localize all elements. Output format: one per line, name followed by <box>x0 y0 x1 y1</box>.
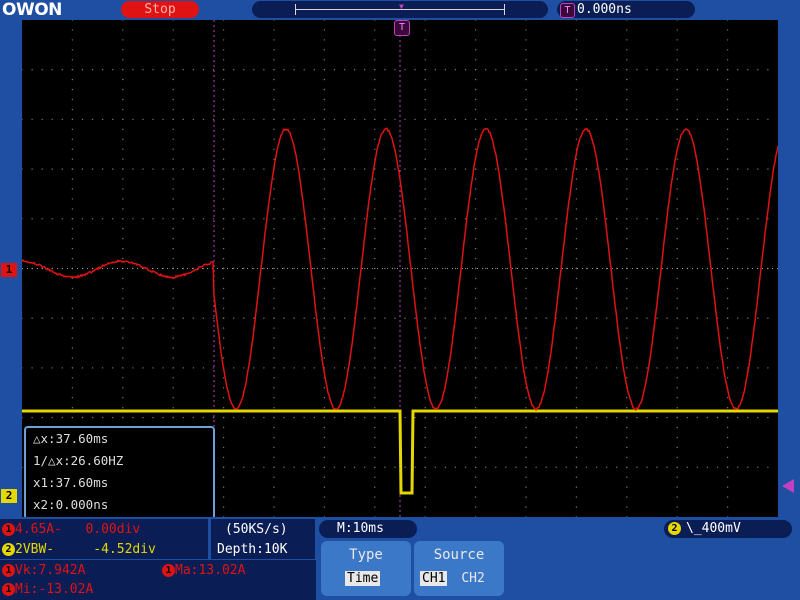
meas-ma-badge: 1 <box>162 564 175 577</box>
menu-source-label: Source <box>414 547 504 563</box>
trigger-level-arrow-icon[interactable] <box>782 479 794 493</box>
trigger-info-panel[interactable]: 2 \_400mV <box>664 520 792 538</box>
menu-type-label: Type <box>321 547 411 563</box>
window-left-tick <box>295 4 296 15</box>
top-bar: OWON Stop ▼ T 0.000ns <box>0 0 800 20</box>
ch1-badge: 1 <box>2 523 15 536</box>
ch1-scale-text: 4.65A- 0.00div <box>15 522 140 537</box>
window-right-tick <box>504 4 505 15</box>
timebase-value: M:10ms <box>337 521 384 536</box>
menu-type-button[interactable]: Type Time <box>321 541 411 596</box>
trigger-time-readout: T 0.000ns <box>557 1 695 18</box>
ch2-scale-text: 2VBW- -4.52div <box>15 542 156 557</box>
cursor-measurement-panel: △x:37.60ms 1/△x:26.60HZ x1:37.60ms x2:0.… <box>24 426 215 520</box>
meas-mi-badge: 1 <box>2 583 15 596</box>
acquisition-panel: (50KS/s) Depth:10K <box>211 519 315 559</box>
trigger-level-text: \_400mV <box>686 521 741 536</box>
timebase-panel[interactable]: M:10ms <box>319 520 417 538</box>
cursor-x2: x2:0.000ns <box>33 497 108 512</box>
ch1-level-marker[interactable]: 1 <box>1 263 17 277</box>
trigger-icon: T <box>560 3 575 18</box>
memory-depth: Depth:10K <box>217 542 287 557</box>
trigger-source-badge: 2 <box>668 522 681 535</box>
trigger-position-icon: ▼ <box>399 2 404 11</box>
menu-source-button[interactable]: Source CH1 CH2 <box>414 541 504 596</box>
trigger-position-marker: T <box>394 20 410 36</box>
ch2-badge: 2 <box>2 543 15 556</box>
source-option-ch2[interactable]: CH2 <box>461 571 484 586</box>
measurement-panel: 1 Vk:7.942A 1 Ma:13.02A 1 Mi:-13.02A <box>0 560 316 600</box>
menu-type-value: Time <box>345 571 380 586</box>
run-status-badge[interactable]: Stop <box>121 1 199 18</box>
cursor-x1: x1:37.60ms <box>33 475 108 490</box>
cursor-frequency: 1/△x:26.60HZ <box>33 453 123 468</box>
cursor-delta-x: △x:37.60ms <box>33 431 108 446</box>
memory-position-bar[interactable]: ▼ <box>252 1 548 18</box>
source-option-ch1[interactable]: CH1 <box>420 571 447 586</box>
meas-vk: Vk:7.942A <box>15 563 85 578</box>
trigger-time-value: 0.000ns <box>577 2 632 17</box>
meas-mi: Mi:-13.02A <box>15 582 93 597</box>
brand-logo: OWON <box>2 0 78 20</box>
meas-vk-badge: 1 <box>2 564 15 577</box>
sample-rate: (50KS/s) <box>225 522 288 537</box>
meas-ma: Ma:13.02A <box>175 563 245 578</box>
channel-info-panel: 1 4.65A- 0.00div 2 2VBW- -4.52div <box>0 519 208 559</box>
ch2-level-marker[interactable]: 2 <box>1 489 17 503</box>
